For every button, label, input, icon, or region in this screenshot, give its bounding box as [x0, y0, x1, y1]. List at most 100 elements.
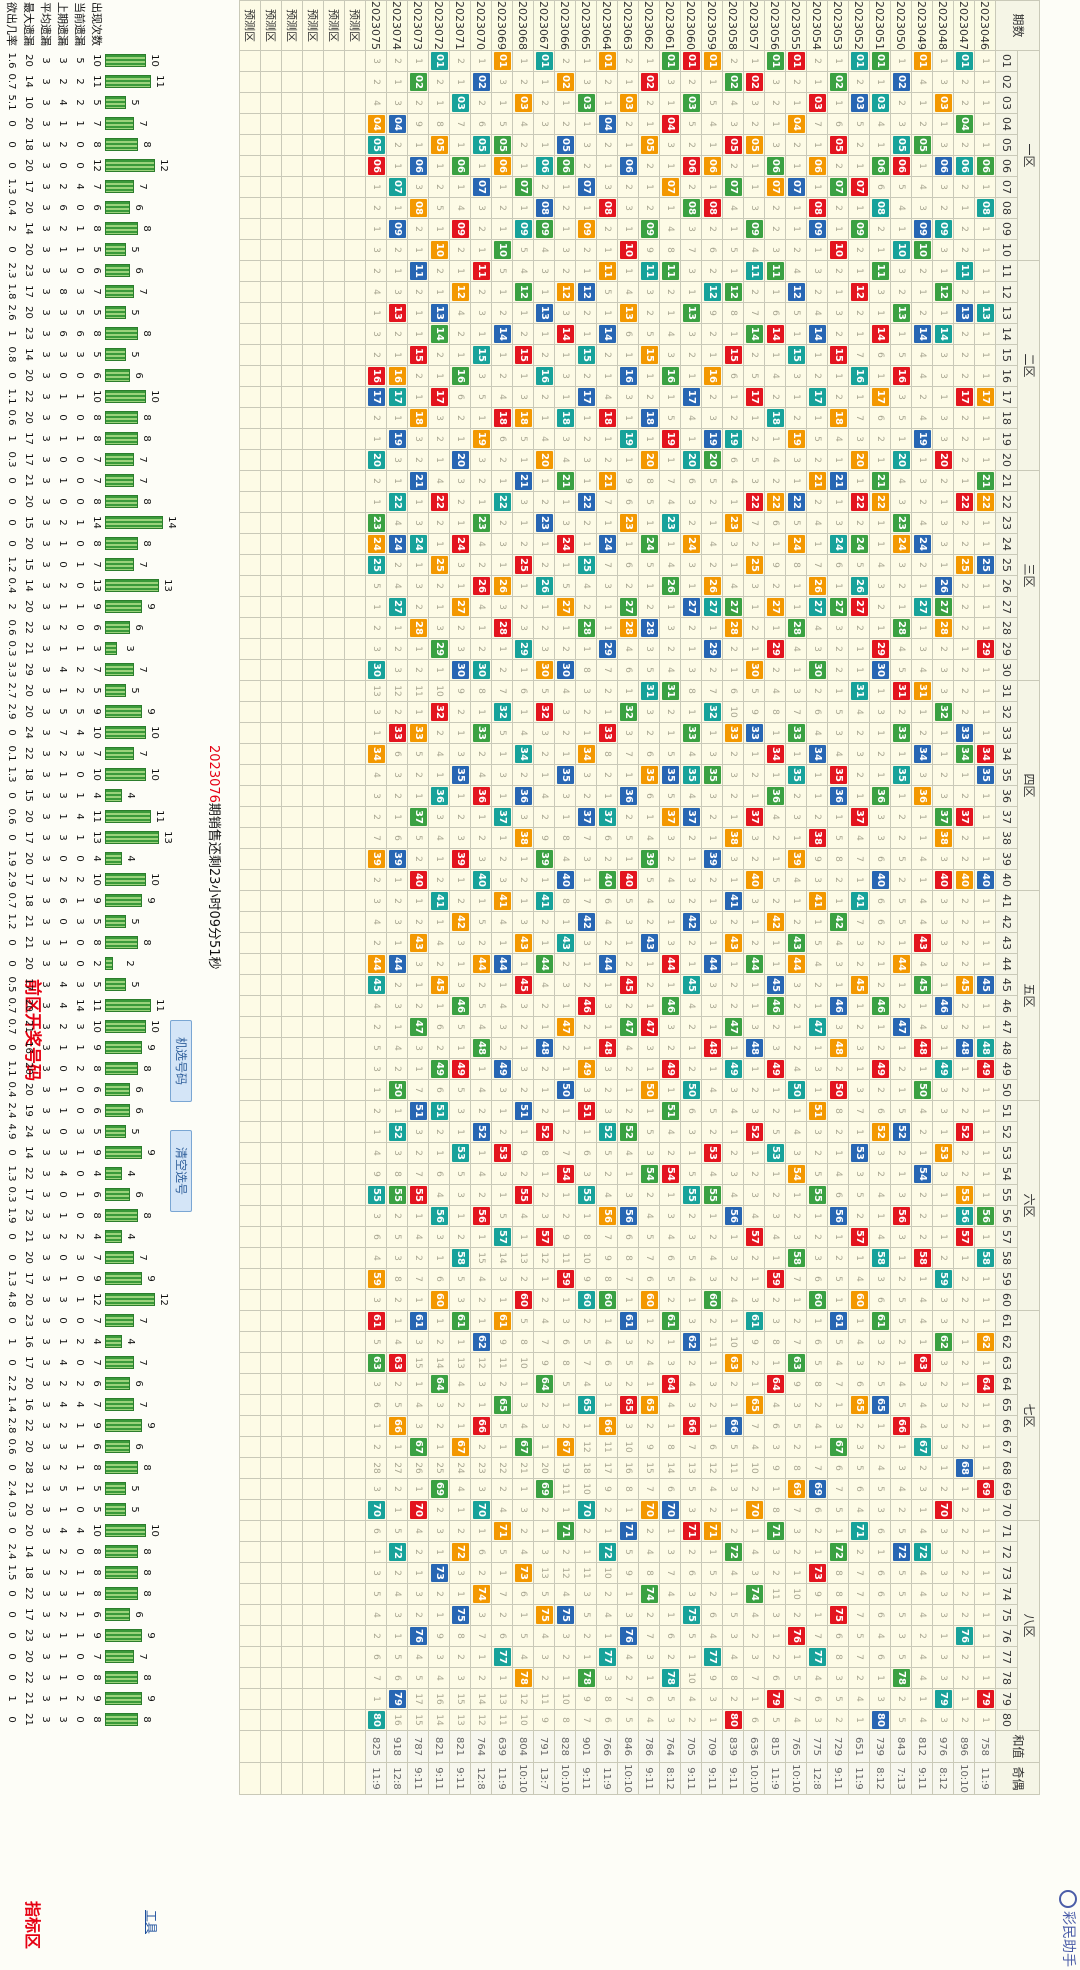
- number-cell[interactable]: 2: [722, 1142, 744, 1164]
- number-cell[interactable]: 2: [848, 617, 870, 639]
- number-cell[interactable]: 2: [554, 1541, 576, 1563]
- number-cell[interactable]: 10: [575, 1247, 597, 1269]
- number-cell[interactable]: 6: [806, 1268, 828, 1290]
- number-cell[interactable]: 2: [764, 659, 786, 681]
- number-cell[interactable]: 1: [449, 344, 471, 366]
- number-cell[interactable]: 39: [785, 848, 807, 870]
- prediction-cell[interactable]: [239, 1646, 261, 1668]
- prediction-cell[interactable]: [302, 197, 324, 219]
- number-cell[interactable]: 1: [806, 407, 828, 429]
- number-cell[interactable]: 2: [911, 491, 933, 513]
- number-cell[interactable]: 3: [407, 575, 429, 597]
- number-cell[interactable]: 1: [638, 176, 660, 198]
- number-cell[interactable]: 2: [848, 302, 870, 324]
- number-cell[interactable]: 2: [827, 260, 849, 282]
- number-cell[interactable]: 2: [764, 1562, 786, 1584]
- number-cell[interactable]: 1: [932, 1205, 954, 1227]
- number-cell[interactable]: 2: [365, 869, 387, 891]
- number-cell[interactable]: 1: [365, 491, 387, 513]
- prediction-cell[interactable]: [281, 701, 303, 723]
- prediction-cell[interactable]: [302, 113, 324, 135]
- number-cell[interactable]: 2: [953, 1100, 975, 1122]
- prediction-cell[interactable]: [323, 1604, 345, 1626]
- prediction-cell[interactable]: [344, 428, 366, 450]
- number-cell[interactable]: 07: [512, 176, 534, 198]
- number-cell[interactable]: 1: [554, 911, 576, 933]
- prediction-cell[interactable]: [260, 1079, 282, 1101]
- prediction-cell[interactable]: [281, 1541, 303, 1563]
- number-cell[interactable]: 3: [407, 1121, 429, 1143]
- prediction-cell[interactable]: [281, 1142, 303, 1164]
- number-cell[interactable]: 19: [722, 428, 744, 450]
- number-cell[interactable]: 17: [407, 1688, 429, 1710]
- number-cell[interactable]: 6: [722, 449, 744, 471]
- number-cell[interactable]: 8: [806, 1373, 828, 1395]
- number-cell[interactable]: 1: [911, 92, 933, 114]
- number-cell[interactable]: 4: [470, 1016, 492, 1038]
- prediction-cell[interactable]: [281, 197, 303, 219]
- number-cell[interactable]: 2: [491, 365, 513, 387]
- number-cell[interactable]: 2: [554, 1415, 576, 1437]
- number-cell[interactable]: 3: [407, 176, 429, 198]
- number-cell[interactable]: 2: [953, 1016, 975, 1038]
- number-cell[interactable]: 1: [869, 680, 891, 702]
- number-cell[interactable]: 36: [827, 785, 849, 807]
- prediction-cell[interactable]: [302, 1226, 324, 1248]
- number-cell[interactable]: 34: [953, 743, 975, 765]
- number-cell[interactable]: 06: [491, 155, 513, 177]
- prediction-cell[interactable]: [302, 155, 324, 177]
- number-cell[interactable]: 1: [596, 701, 618, 723]
- number-cell[interactable]: 4: [911, 1667, 933, 1689]
- number-cell[interactable]: 10: [785, 1583, 807, 1605]
- number-cell[interactable]: 4: [365, 764, 387, 786]
- number-cell[interactable]: 4: [764, 365, 786, 387]
- number-cell[interactable]: 1: [386, 932, 408, 954]
- number-cell[interactable]: 35: [701, 764, 723, 786]
- number-cell[interactable]: 2: [659, 1037, 681, 1059]
- number-cell[interactable]: 4: [365, 1604, 387, 1626]
- number-cell[interactable]: 1: [932, 1457, 954, 1479]
- number-cell[interactable]: 2: [785, 785, 807, 807]
- number-cell[interactable]: 3: [764, 1436, 786, 1458]
- number-cell[interactable]: 2: [806, 491, 828, 513]
- prediction-cell[interactable]: [323, 239, 345, 261]
- number-cell[interactable]: 1: [974, 932, 996, 954]
- number-cell[interactable]: 67: [827, 1436, 849, 1458]
- prediction-cell[interactable]: [302, 806, 324, 828]
- prediction-cell[interactable]: [344, 1625, 366, 1647]
- number-cell[interactable]: 11: [491, 1709, 513, 1731]
- number-cell[interactable]: 5: [638, 554, 660, 576]
- prediction-cell[interactable]: [344, 1583, 366, 1605]
- number-cell[interactable]: 1: [680, 848, 702, 870]
- number-cell[interactable]: 5: [743, 449, 765, 471]
- number-cell[interactable]: 3: [386, 1604, 408, 1626]
- number-cell[interactable]: 3: [659, 827, 681, 849]
- number-cell[interactable]: 1: [785, 1100, 807, 1122]
- number-cell[interactable]: 9: [743, 1331, 765, 1353]
- number-cell[interactable]: 23: [470, 512, 492, 534]
- prediction-cell[interactable]: [239, 1583, 261, 1605]
- number-cell[interactable]: 1: [932, 554, 954, 576]
- number-cell[interactable]: 2: [638, 386, 660, 408]
- prediction-cell[interactable]: [260, 407, 282, 429]
- number-cell[interactable]: 2: [512, 71, 534, 93]
- number-cell[interactable]: 1: [701, 722, 723, 744]
- number-cell[interactable]: 1: [407, 701, 429, 723]
- prediction-cell[interactable]: [323, 176, 345, 198]
- number-cell[interactable]: 29: [869, 638, 891, 660]
- number-cell[interactable]: 1: [848, 1058, 870, 1080]
- prediction-cell[interactable]: [344, 1016, 366, 1038]
- number-cell[interactable]: 13: [449, 1352, 471, 1374]
- number-cell[interactable]: 4: [407, 1394, 429, 1416]
- number-cell[interactable]: 4: [407, 1520, 429, 1542]
- number-cell[interactable]: 4: [533, 428, 555, 450]
- number-cell[interactable]: 3: [575, 680, 597, 702]
- number-cell[interactable]: 1: [911, 449, 933, 471]
- number-cell[interactable]: 4: [617, 1037, 639, 1059]
- number-cell[interactable]: 70: [575, 1499, 597, 1521]
- prediction-cell[interactable]: [281, 1289, 303, 1311]
- prediction-cell[interactable]: [323, 365, 345, 387]
- number-cell[interactable]: 1: [890, 974, 912, 996]
- number-cell[interactable]: 2: [827, 1709, 849, 1731]
- number-cell[interactable]: 7: [848, 911, 870, 933]
